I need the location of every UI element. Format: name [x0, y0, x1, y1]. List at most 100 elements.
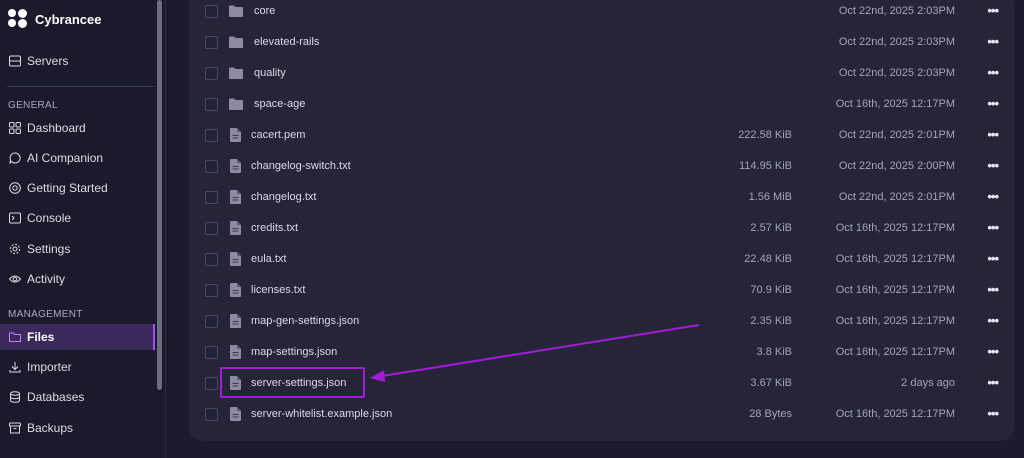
- file-name[interactable]: eula.txt: [251, 253, 286, 265]
- sidebar-item-activity[interactable]: Activity: [0, 266, 155, 292]
- file-icon: [230, 252, 244, 266]
- row-menu-button[interactable]: •••: [987, 282, 999, 297]
- file-row[interactable]: changelog.txt 1.56 MiB Oct 22nd, 2025 2:01…: [189, 182, 1014, 213]
- file-row[interactable]: server-whitelist.example.json 28 Bytes Oct…: [189, 399, 1014, 430]
- sidebar-item-label: Activity: [27, 272, 66, 286]
- sidebar-item-label: Servers: [27, 54, 69, 68]
- row-menu-button[interactable]: •••: [987, 251, 999, 266]
- gear-icon: [8, 243, 21, 256]
- sidebar-item-ai-companion[interactable]: AI Companion: [0, 145, 155, 171]
- sidebar-item-label: Backups: [27, 421, 74, 435]
- file-row[interactable]: changelog-switch.txt 114.95 KiB Oct 22nd, …: [189, 151, 1014, 182]
- file-modified: Oct 22nd, 2025 2:01PM: [838, 191, 955, 203]
- file-modified: Oct 16th, 2025 12:17PM: [835, 222, 955, 234]
- row-menu-button[interactable]: •••: [987, 220, 999, 235]
- row-menu-button[interactable]: •••: [987, 344, 999, 359]
- file-name[interactable]: changelog-switch.txt: [251, 160, 351, 172]
- file-name[interactable]: changelog.txt: [251, 191, 316, 203]
- row-menu-button[interactable]: •••: [987, 3, 999, 18]
- row-checkbox[interactable]: [205, 5, 218, 18]
- row-menu-button[interactable]: •••: [987, 158, 999, 173]
- file-modified: 2 days ago: [901, 377, 955, 389]
- row-checkbox[interactable]: [205, 346, 218, 359]
- row-menu-button[interactable]: •••: [987, 375, 999, 390]
- folder-icon: [229, 67, 243, 81]
- row-checkbox[interactable]: [205, 129, 218, 142]
- row-menu-button[interactable]: •••: [987, 96, 999, 111]
- sidebar-item-backups[interactable]: Backups: [0, 415, 155, 441]
- file-row[interactable]: eula.txt 22.48 KiB Oct 16th, 2025 12:17PM •…: [189, 244, 1014, 275]
- row-checkbox[interactable]: [205, 315, 218, 328]
- row-checkbox[interactable]: [205, 98, 218, 111]
- file-icon: [230, 221, 244, 235]
- sidebar-item-databases[interactable]: Databases: [0, 384, 155, 410]
- file-size: 1.56 MiB: [748, 191, 792, 203]
- sidebar-item-label: AI Companion: [27, 151, 104, 165]
- row-menu-button[interactable]: •••: [987, 189, 999, 204]
- row-menu-button[interactable]: •••: [987, 313, 999, 328]
- file-size: 114.95 KiB: [738, 160, 792, 172]
- row-checkbox[interactable]: [205, 253, 218, 266]
- row-checkbox[interactable]: [205, 222, 218, 235]
- file-icon: [230, 128, 244, 142]
- folder-icon: [229, 36, 243, 50]
- file-row[interactable]: space-age Oct 16th, 2025 12:17PM •••: [189, 89, 1014, 120]
- file-name[interactable]: core: [254, 5, 275, 17]
- file-row[interactable]: quality Oct 22nd, 2025 2:03PM •••: [189, 58, 1014, 89]
- sidebar-item-files[interactable]: Files: [0, 324, 155, 350]
- file-name[interactable]: elevated-rails: [254, 36, 319, 48]
- row-checkbox[interactable]: [205, 408, 218, 421]
- row-checkbox[interactable]: [205, 67, 218, 80]
- file-row[interactable]: map-gen-settings.json 2.35 KiB Oct 16th, 2…: [189, 306, 1014, 337]
- file-name[interactable]: server-whitelist.example.json: [251, 408, 392, 420]
- sidebar-scrollbar[interactable]: [157, 0, 162, 390]
- logo[interactable]: Cybrancee: [8, 9, 101, 29]
- row-menu-button[interactable]: •••: [987, 406, 999, 421]
- file-name[interactable]: space-age: [254, 98, 305, 110]
- folder-icon: [8, 331, 21, 344]
- sidebar-item-label: Getting Started: [27, 181, 108, 195]
- row-checkbox[interactable]: [205, 284, 218, 297]
- help-icon: [8, 182, 21, 195]
- file-size: 3.67 KiB: [750, 377, 792, 389]
- row-checkbox[interactable]: [205, 160, 218, 173]
- sidebar-item-importer[interactable]: Importer: [0, 354, 155, 380]
- row-menu-button[interactable]: •••: [987, 127, 999, 142]
- row-checkbox[interactable]: [205, 191, 218, 204]
- file-icon: [230, 283, 244, 297]
- sidebar-item-servers[interactable]: Servers: [0, 48, 155, 74]
- file-name[interactable]: map-settings.json: [251, 346, 337, 358]
- file-modified: Oct 16th, 2025 12:17PM: [835, 346, 955, 358]
- row-menu-button[interactable]: •••: [987, 65, 999, 80]
- row-menu-button[interactable]: •••: [987, 34, 999, 49]
- eye-icon: [8, 273, 21, 286]
- file-modified: Oct 22nd, 2025 2:03PM: [838, 36, 955, 48]
- sidebar-item-getting-started[interactable]: Getting Started: [0, 175, 155, 201]
- sidebar-item-settings[interactable]: Settings: [0, 236, 155, 262]
- file-row[interactable]: elevated-rails Oct 22nd, 2025 2:03PM •••: [189, 27, 1014, 58]
- row-checkbox[interactable]: [205, 377, 218, 390]
- file-modified: Oct 22nd, 2025 2:00PM: [838, 160, 955, 172]
- file-row[interactable]: licenses.txt 70.9 KiB Oct 16th, 2025 12:17…: [189, 275, 1014, 306]
- file-name[interactable]: cacert.pem: [251, 129, 305, 141]
- file-row[interactable]: core Oct 22nd, 2025 2:03PM •••: [189, 0, 1014, 27]
- archive-icon: [8, 422, 21, 435]
- file-name[interactable]: licenses.txt: [251, 284, 305, 296]
- file-modified: Oct 16th, 2025 12:17PM: [835, 253, 955, 265]
- server-icon: [8, 55, 21, 68]
- sidebar-item-label: Settings: [27, 242, 71, 256]
- file-modified: Oct 22nd, 2025 2:03PM: [838, 5, 955, 17]
- file-name[interactable]: credits.txt: [251, 222, 298, 234]
- file-name[interactable]: quality: [254, 67, 286, 79]
- row-checkbox[interactable]: [205, 36, 218, 49]
- folder-icon: [229, 5, 243, 19]
- file-row[interactable]: map-settings.json 3.8 KiB Oct 16th, 2025 1…: [189, 337, 1014, 368]
- file-row[interactable]: cacert.pem 222.58 KiB Oct 22nd, 2025 2:01P…: [189, 120, 1014, 151]
- file-name[interactable]: map-gen-settings.json: [251, 315, 359, 327]
- sidebar-item-dashboard[interactable]: Dashboard: [0, 115, 155, 141]
- sidebar-item-console[interactable]: Console: [0, 205, 155, 231]
- sidebar-item-label: Importer: [27, 360, 72, 374]
- file-size: 3.8 KiB: [756, 346, 792, 358]
- file-row[interactable]: credits.txt 2.57 KiB Oct 16th, 2025 12:17P…: [189, 213, 1014, 244]
- cybrancee-logo-icon: [8, 9, 28, 29]
